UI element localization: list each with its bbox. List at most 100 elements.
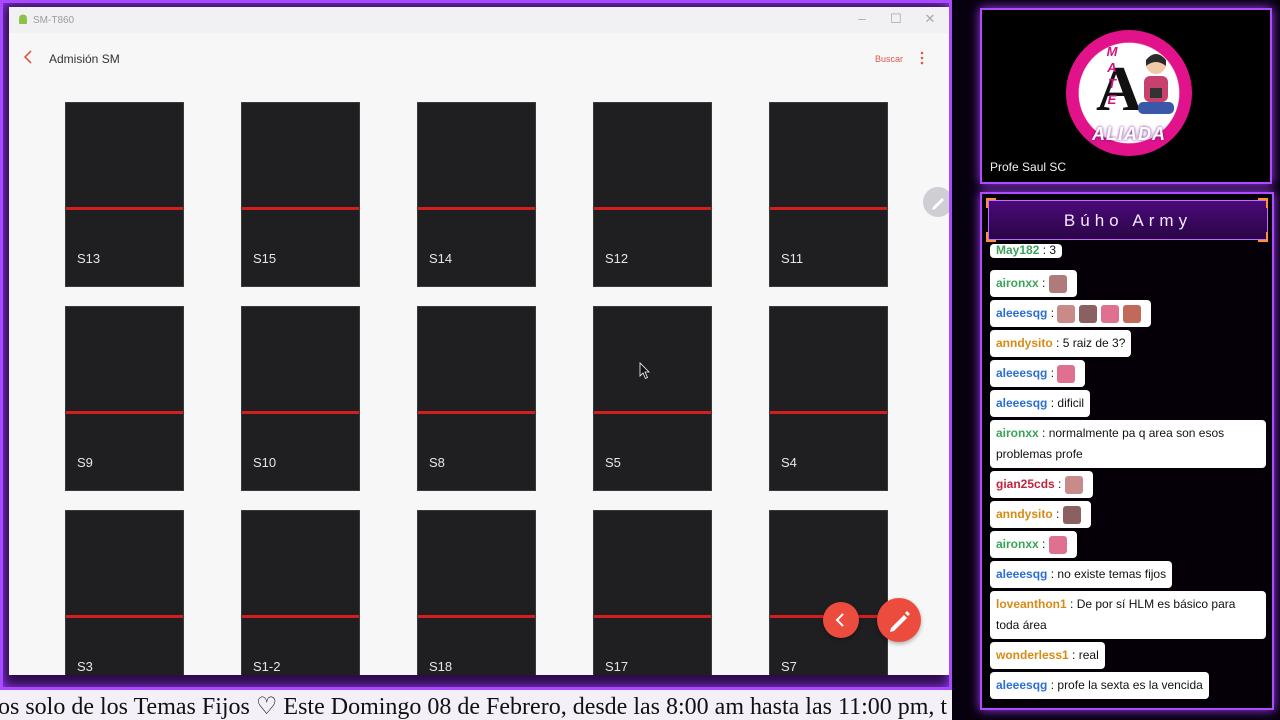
chat-username[interactable]: aleeesqg bbox=[996, 567, 1047, 581]
chat-separator: : bbox=[1054, 477, 1065, 491]
emote-icon bbox=[1101, 304, 1120, 323]
chat-text: profe la sexta es la vencida bbox=[1057, 678, 1203, 692]
tile-label: S5 bbox=[605, 455, 621, 470]
section-tile[interactable]: S12 bbox=[593, 102, 712, 287]
chat-username[interactable]: aleeesqg bbox=[996, 678, 1047, 692]
section-tile[interactable]: S15 bbox=[241, 102, 360, 287]
tile-label: S7 bbox=[781, 659, 797, 674]
chat-separator: : bbox=[1047, 567, 1058, 581]
more-vert-icon[interactable] bbox=[919, 50, 925, 66]
pencil-icon bbox=[932, 198, 944, 210]
emote-icon bbox=[1048, 535, 1067, 554]
chat-message: aleeesqg : bbox=[990, 360, 1086, 387]
chat-username[interactable]: aleeesqg bbox=[996, 366, 1047, 380]
chat-message: aleeesqg : profe la sexta es la vencida bbox=[990, 672, 1209, 699]
tile-divider bbox=[66, 411, 183, 414]
chat-text: real bbox=[1078, 648, 1099, 662]
tile-divider bbox=[770, 207, 887, 210]
logo-aliada-text: ALIADA bbox=[1092, 124, 1166, 144]
tile-label: S3 bbox=[77, 659, 93, 674]
tile-label: S13 bbox=[77, 251, 101, 266]
corner-decoration bbox=[1258, 198, 1268, 208]
window-title: SM-T860 bbox=[33, 14, 75, 26]
chat-username[interactable]: wonderless1 bbox=[996, 648, 1069, 662]
chat-message: wonderless1 : real bbox=[990, 642, 1105, 669]
chat-text: dificil bbox=[1057, 396, 1085, 410]
chat-separator: : bbox=[1047, 678, 1058, 692]
channel-logo: A MATE ALIADA bbox=[1066, 30, 1192, 156]
chat-username[interactable]: May182 bbox=[996, 243, 1039, 257]
section-tile[interactable]: S8 bbox=[417, 306, 536, 491]
previous-button[interactable] bbox=[823, 602, 859, 638]
chat-username[interactable]: aleeesqg bbox=[996, 396, 1047, 410]
edit-fab-button[interactable] bbox=[877, 598, 921, 642]
section-tile[interactable]: S13 bbox=[65, 102, 184, 287]
chat-username[interactable]: aleeesqg bbox=[996, 306, 1047, 320]
emote-icon bbox=[1064, 475, 1083, 494]
section-tile[interactable]: S1-2 bbox=[241, 510, 360, 675]
close-button[interactable]: ✕ bbox=[923, 11, 937, 27]
chat-message: aironxx : normalmente pa q area son esos… bbox=[990, 420, 1266, 468]
window-titlebar: SM-T860 – ☐ ✕ bbox=[9, 7, 949, 33]
tile-divider bbox=[594, 411, 711, 414]
chat-title: Búho Army bbox=[1063, 211, 1193, 230]
tile-divider bbox=[770, 411, 887, 414]
ticker-text: os solo de los Temas Fijos ♡ Este Doming… bbox=[0, 694, 948, 720]
section-tile[interactable]: S7 bbox=[769, 510, 888, 675]
tile-label: S9 bbox=[77, 455, 93, 470]
minimize-button[interactable]: – bbox=[855, 11, 869, 26]
section-tile[interactable]: S14 bbox=[417, 102, 536, 287]
back-arrow-icon[interactable] bbox=[21, 49, 35, 65]
tile-label: S11 bbox=[781, 251, 804, 266]
maximize-button[interactable]: ☐ bbox=[889, 11, 903, 27]
tile-label: S4 bbox=[781, 455, 797, 470]
chat-text: no existe temas fijos bbox=[1057, 567, 1167, 581]
chat-separator: : bbox=[1066, 597, 1077, 611]
chat-separator: : bbox=[1052, 507, 1063, 521]
news-ticker: os solo de los Temas Fijos ♡ Este Doming… bbox=[0, 690, 952, 720]
section-tile[interactable]: S5 bbox=[593, 306, 712, 491]
chat-message: aleeesqg : dificil bbox=[990, 390, 1091, 417]
chat-separator: : bbox=[1052, 336, 1063, 350]
corner-decoration bbox=[1258, 232, 1268, 242]
chat-username[interactable]: aironxx bbox=[996, 426, 1039, 440]
person-illustration-icon bbox=[1138, 54, 1174, 114]
chat-username[interactable]: loveanthon1 bbox=[996, 597, 1067, 611]
section-tile[interactable]: S17 bbox=[593, 510, 712, 675]
edit-handle-button[interactable] bbox=[923, 187, 949, 217]
chevron-left-icon bbox=[835, 613, 844, 627]
section-tile[interactable]: S18 bbox=[417, 510, 536, 675]
section-tile[interactable]: S9 bbox=[65, 306, 184, 491]
tile-grid: S13 S15 S14 S12 S11 S9 S10 S8 S5 S4 S3 S1-2 S18 S17 S7 bbox=[65, 102, 895, 675]
emote-icon bbox=[1057, 364, 1076, 383]
streamer-name: Profe Saul SC bbox=[990, 160, 1067, 174]
chat-separator: : bbox=[1038, 276, 1049, 290]
search-button[interactable]: Buscar bbox=[875, 54, 903, 64]
chat-username[interactable]: anndysito bbox=[996, 507, 1053, 521]
chat-message: gian25cds : bbox=[990, 471, 1093, 498]
emote-icon bbox=[1079, 304, 1098, 323]
tile-divider bbox=[594, 207, 711, 210]
section-tile[interactable]: S10 bbox=[241, 306, 360, 491]
pencil-icon bbox=[890, 611, 910, 632]
chat-message: aleeesqg : no existe temas fijos bbox=[990, 561, 1173, 588]
tile-divider bbox=[594, 615, 711, 618]
chat-username[interactable]: anndysito bbox=[996, 336, 1053, 350]
section-tile[interactable]: S4 bbox=[769, 306, 888, 491]
chat-text: 5 raiz de 3? bbox=[1062, 336, 1126, 350]
app-frame: SM-T860 – ☐ ✕ Admisión SM Buscar S13 S15 S… bbox=[0, 0, 952, 690]
chat-username[interactable]: gian25cds bbox=[996, 477, 1055, 491]
section-tile[interactable]: S3 bbox=[65, 510, 184, 675]
page-title: Admisión SM bbox=[49, 52, 120, 66]
chat-username[interactable]: aironxx bbox=[996, 276, 1039, 290]
tile-label: S18 bbox=[429, 659, 453, 674]
tile-label: S15 bbox=[253, 251, 277, 266]
chat-message: aironxx : bbox=[990, 531, 1077, 558]
chat-separator: : bbox=[1068, 648, 1079, 662]
chat-separator: : bbox=[1047, 306, 1058, 320]
section-tile[interactable]: S11 bbox=[769, 102, 888, 287]
chat-separator: : bbox=[1047, 396, 1058, 410]
logo-mate-text: MATE bbox=[1106, 44, 1118, 107]
tile-label: S17 bbox=[605, 659, 629, 674]
chat-username[interactable]: aironxx bbox=[996, 537, 1039, 551]
